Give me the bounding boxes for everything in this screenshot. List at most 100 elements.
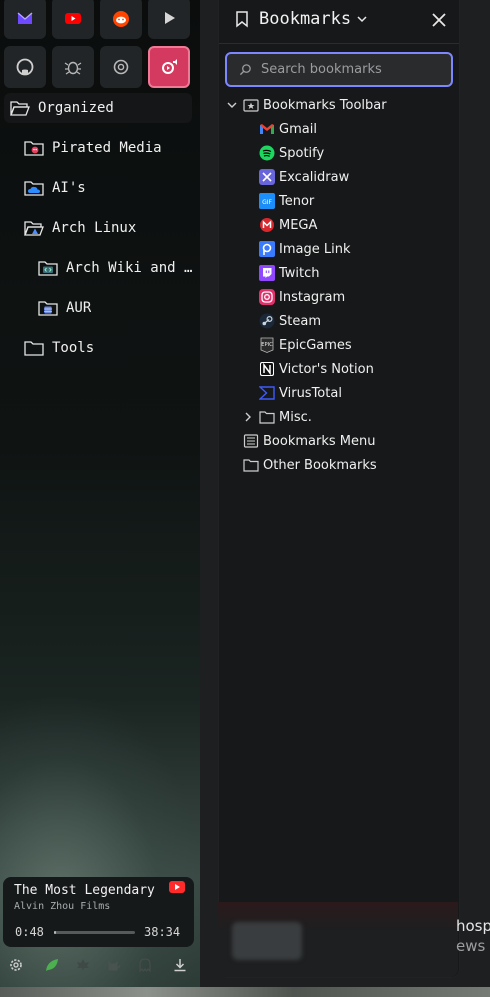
bookmark-spotify[interactable]: Spotify	[259, 141, 324, 165]
twitch-icon	[259, 265, 275, 281]
folder-organized[interactable]: Organized	[4, 93, 192, 123]
steam-icon	[259, 313, 275, 329]
bookmark-gmail[interactable]: Gmail	[259, 117, 317, 141]
media-artist: Alvin Zhou Films	[14, 901, 111, 912]
preview-thumbnail	[232, 922, 302, 960]
pinned-tab-github[interactable]	[4, 46, 46, 88]
media-elapsed: 0:48	[15, 925, 44, 939]
maple-leaf-icon[interactable]	[74, 956, 92, 974]
folder-other-bookmarks[interactable]: Other Bookmarks	[243, 453, 377, 477]
bookmark-label: Steam	[279, 313, 321, 329]
folder-misc[interactable]: Misc.	[243, 405, 312, 429]
close-icon[interactable]	[430, 11, 448, 29]
pinned-tab-youtube[interactable]	[52, 0, 94, 39]
folder-code-icon	[38, 259, 58, 277]
bookmark-twitch[interactable]: Twitch	[259, 261, 320, 285]
spotify-icon	[259, 145, 275, 161]
gmail-icon	[259, 121, 275, 137]
bookmark-epic-games[interactable]: EPIC EpicGames	[259, 333, 352, 357]
pinned-tab-youtube-music[interactable]	[148, 46, 190, 88]
bookmark-image-link[interactable]: Image Link	[259, 237, 350, 261]
background-tab-line1: hosp	[456, 917, 490, 935]
instagram-icon	[259, 289, 275, 305]
background-tab-preview	[218, 902, 458, 977]
panel-header-divider	[219, 43, 459, 44]
folder-ais[interactable]: AI's	[24, 173, 86, 203]
bookmark-virustotal[interactable]: VirusTotal	[259, 381, 342, 405]
folder-arch-wiki[interactable]: Arch Wiki and …	[38, 253, 194, 283]
media-progress-bar[interactable]	[54, 931, 135, 934]
bookmark-label: Victor's Notion	[279, 361, 374, 377]
proton-mail-icon	[17, 12, 33, 24]
folder-label: Tools	[52, 340, 95, 356]
chevron-down-icon	[357, 16, 367, 23]
pinned-tab-video-player[interactable]	[148, 0, 190, 39]
bookmark-label: EpicGames	[279, 337, 352, 353]
bookmark-label: Misc.	[279, 409, 312, 425]
bookmark-label: Instagram	[279, 289, 346, 305]
folder-label: Arch Linux	[52, 220, 137, 236]
sidebar-bottom-bar	[0, 952, 200, 978]
notion-icon	[259, 361, 275, 377]
svg-text:GIF: GIF	[262, 199, 272, 206]
media-duration: 38:34	[144, 925, 181, 939]
cat-icon[interactable]	[105, 956, 123, 974]
folder-tools[interactable]: Tools	[24, 333, 94, 363]
bookmark-label: Other Bookmarks	[263, 457, 377, 473]
chevron-right-icon[interactable]	[243, 412, 253, 422]
video-player-icon	[165, 12, 175, 24]
leaf-icon[interactable]	[43, 956, 61, 974]
bookmark-label: Twitch	[279, 265, 320, 281]
media-title: The Most Legendary	[14, 883, 155, 898]
bookmark-label: Bookmarks Menu	[263, 433, 376, 449]
folder-pirated-media[interactable]: Pirated Media	[24, 133, 162, 163]
sidebar: Organized Pirated Media AI's Arch Linux …	[0, 0, 200, 997]
youtube-icon	[65, 13, 81, 24]
image-link-icon	[259, 241, 275, 257]
bookmark-notion[interactable]: Victor's Notion	[259, 357, 374, 381]
ghost-icon[interactable]	[136, 956, 154, 974]
pinned-tab-proton-mail[interactable]	[4, 0, 46, 39]
bookmark-label: Excalidraw	[279, 169, 350, 185]
mega-icon	[259, 217, 275, 233]
download-icon[interactable]	[171, 956, 189, 974]
search-field[interactable]	[225, 52, 453, 87]
media-progress-fill	[54, 931, 56, 934]
bookmark-instagram[interactable]: Instagram	[259, 285, 345, 309]
bookmark-label: Tenor	[279, 193, 315, 209]
chevron-down-icon[interactable]	[227, 100, 237, 110]
folder-icon	[259, 409, 275, 425]
pinned-tab-bug[interactable]	[52, 46, 94, 88]
bookmarks-panel: Bookmarks Bookmarks Toolbar Gmail Spotif…	[219, 0, 459, 977]
background-tab-text: hosp ews	[456, 916, 490, 956]
bookmark-label: Bookmarks Toolbar	[263, 97, 387, 113]
folder-bookmarks-menu[interactable]: Bookmarks Menu	[243, 429, 375, 453]
settings-icon[interactable]	[7, 956, 25, 974]
bookmark-icon	[236, 11, 248, 28]
folder-bookmarks-toolbar[interactable]: Bookmarks Toolbar	[227, 93, 387, 117]
bookmark-tenor[interactable]: GIF Tenor	[259, 189, 314, 213]
epic-games-icon: EPIC	[259, 337, 275, 353]
bookmark-label: Spotify	[279, 145, 325, 161]
bookmark-mega[interactable]: MEGA	[259, 213, 317, 237]
toolbar-folder-icon	[243, 97, 259, 113]
panel-title-button[interactable]: Bookmarks	[233, 9, 367, 29]
bookmark-steam[interactable]: Steam	[259, 309, 321, 333]
media-player-card[interactable]: The Most Legendary Alvin Zhou Films 0:48…	[3, 877, 194, 947]
bookmark-label: VirusTotal	[279, 385, 342, 401]
folder-arch-linux[interactable]: Arch Linux	[24, 213, 136, 243]
folder-label: Pirated Media	[52, 140, 162, 156]
bug-icon	[64, 61, 82, 75]
pinned-tab-reddit[interactable]	[100, 0, 142, 39]
pinned-tab-openai[interactable]	[100, 46, 142, 88]
openai-icon	[113, 59, 129, 75]
search-input[interactable]	[261, 62, 441, 77]
bottom-wallpaper-strip	[0, 987, 490, 997]
excalidraw-icon	[259, 169, 275, 185]
bookmarks-menu-icon	[243, 433, 259, 449]
panel-title: Bookmarks	[259, 9, 352, 29]
bookmark-excalidraw[interactable]: Excalidraw	[259, 165, 349, 189]
folder-aur[interactable]: AUR	[38, 293, 91, 323]
youtube-music-icon	[162, 59, 177, 74]
virustotal-icon	[259, 385, 275, 401]
